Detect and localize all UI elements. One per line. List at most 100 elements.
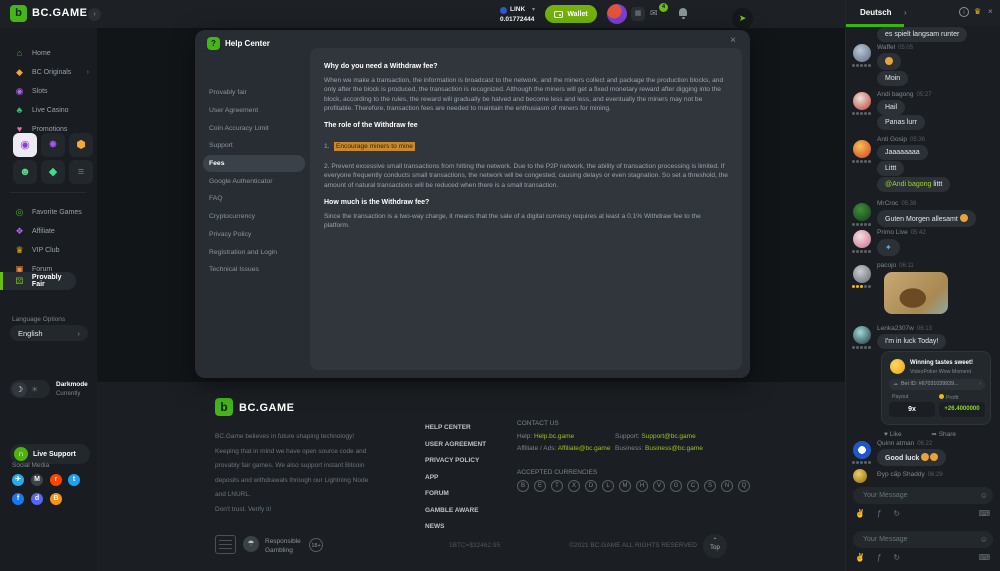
sidebar-item-bc-originals[interactable]: ◆ BC Originals ›: [0, 63, 97, 81]
avatar[interactable]: [853, 441, 871, 459]
chat-toggle-button[interactable]: ➤: [732, 8, 753, 29]
footer-link-privacy-policy[interactable]: PRIVACY POLICY: [425, 453, 486, 470]
footer-link-forum[interactable]: FORUM: [425, 486, 486, 503]
sidebar-item-slots[interactable]: ◉ Slots: [0, 82, 97, 100]
coin-symbol[interactable]: LINK: [510, 6, 525, 13]
avatar[interactable]: [853, 230, 871, 248]
footer-link-news[interactable]: NEWS: [425, 519, 486, 536]
sidebar-item-home[interactable]: ⌂ Home: [0, 44, 97, 62]
contact-help-link[interactable]: Help.bc.game: [534, 433, 574, 440]
contact-support-link[interactable]: Support@bc.game: [641, 433, 695, 440]
mention-link[interactable]: @Andi bagong: [885, 181, 931, 188]
avatar[interactable]: [853, 92, 871, 110]
game-tile-gem[interactable]: ◆: [41, 160, 65, 184]
chat-room-name[interactable]: Deutsch: [860, 8, 892, 17]
sidebar-item-favorite-games[interactable]: ◎ Favorite Games: [0, 203, 97, 221]
menu-item-fees[interactable]: Fees: [203, 155, 305, 173]
live-support-button[interactable]: ∩ Live Support: [10, 444, 90, 464]
smiley-icon[interactable]: ☺: [980, 491, 988, 500]
sidebar-item-vip-club[interactable]: ♛ VIP Club: [0, 241, 97, 259]
bcgame-logo-icon[interactable]: b: [10, 5, 27, 22]
footer-link-user-agreement[interactable]: USER AGREEMENT: [425, 437, 486, 454]
user-avatar[interactable]: [607, 4, 627, 24]
avatar[interactable]: [853, 140, 871, 158]
chat-username[interactable]: Waffel05:05: [877, 44, 913, 51]
avatar[interactable]: [853, 265, 871, 283]
wallet-button[interactable]: Wallet: [545, 5, 597, 23]
facebook-icon[interactable]: f: [12, 493, 24, 505]
rain-icon[interactable]: ƒ: [877, 509, 893, 518]
game-tile-coin-pouch[interactable]: ⬢: [69, 133, 93, 157]
menu-item-coin-accuracy-limit[interactable]: Coin Accuracy Limit: [203, 119, 305, 137]
smiley-icon[interactable]: ☺: [980, 535, 988, 544]
chat-username[interactable]: MrCroc05:38: [877, 200, 916, 207]
footer-link-gamble-aware[interactable]: GAMBLE AWARE: [425, 503, 486, 520]
sidebar-item-live-casino[interactable]: ♣ Live Casino: [0, 101, 97, 119]
avatar[interactable]: [853, 203, 871, 221]
like-button[interactable]: ♥ Like: [884, 431, 916, 438]
menu-item-registration-and-login[interactable]: Registration and Login: [203, 243, 305, 261]
rock-hand-icon[interactable]: ✌: [855, 553, 877, 562]
trophy-icon[interactable]: ♛: [974, 7, 981, 16]
rock-hand-icon[interactable]: ✌: [855, 509, 877, 518]
darkmode-toggle[interactable]: ☽ ☀: [10, 380, 50, 398]
menu-item-user-agreement[interactable]: User Agreement: [203, 102, 305, 120]
inbox-icon[interactable]: ✉: [650, 8, 658, 19]
chat-username[interactable]: Andi bagong05:27: [877, 91, 932, 98]
keyboard-icon[interactable]: ⌨: [978, 553, 990, 562]
menu-item-google-authenticator[interactable]: Google Authenticator: [203, 172, 305, 190]
close-icon[interactable]: ×: [730, 35, 736, 46]
rules-icon[interactable]: ↻: [893, 509, 912, 518]
game-tile-wheel[interactable]: ✸: [41, 133, 65, 157]
keyboard-icon[interactable]: ⌨: [978, 509, 990, 518]
info-icon[interactable]: i: [959, 7, 969, 17]
close-icon[interactable]: ×: [988, 7, 993, 16]
share-button[interactable]: ➦ Share: [931, 431, 970, 438]
avatar[interactable]: [853, 44, 871, 62]
language-select[interactable]: English ›: [10, 325, 88, 341]
sidebar-item-provably-fair[interactable]: ⚄ Provably Fair: [0, 272, 76, 290]
chat-username[interactable]: Đyp cấp Shaddy06:29: [877, 471, 943, 478]
rules-icon[interactable]: ↻: [893, 553, 912, 562]
footer-link-help-center[interactable]: HELP CENTER: [425, 420, 486, 437]
win-share-card[interactable]: Winning tastes sweet! VideoPoker Wow Mom…: [881, 351, 991, 425]
chevron-down-icon[interactable]: ▾: [532, 6, 535, 13]
chat-username[interactable]: Primo Live05:42: [877, 229, 926, 236]
discord-icon[interactable]: d: [31, 493, 43, 505]
chat-message-input[interactable]: [853, 487, 993, 504]
menu-item-technical-issues[interactable]: Technical Issues: [203, 261, 305, 279]
twitter-icon[interactable]: t: [68, 474, 80, 486]
chat-username[interactable]: pacojo06:11: [877, 262, 914, 269]
chevron-right-icon[interactable]: ›: [904, 8, 907, 17]
menu-item-privacy-policy[interactable]: Privacy Policy: [203, 226, 305, 244]
bcgame-logo-text[interactable]: BC.GAME: [32, 7, 87, 19]
chat-username[interactable]: Lenka2307w06:13: [877, 325, 932, 332]
menu-item-support[interactable]: Support: [203, 137, 305, 155]
menu-item-provably-fair[interactable]: Provably fair: [203, 84, 305, 102]
footer-link-app[interactable]: APP: [425, 470, 486, 487]
chat-image-dog-gif[interactable]: [884, 272, 948, 314]
chat-username[interactable]: Quinn atman06:22: [877, 440, 932, 447]
rain-icon[interactable]: ƒ: [877, 553, 893, 562]
telegram-icon[interactable]: ✈: [12, 474, 24, 486]
rank-badge-icon[interactable]: ▦: [631, 7, 645, 21]
bet-id-row[interactable]: Bet ID: #67031039939...›: [889, 379, 985, 390]
chat-username[interactable]: Anti Gosip05:36: [877, 136, 925, 143]
avatar[interactable]: [853, 469, 867, 483]
menu-item-cryptocurrency[interactable]: Cryptocurrency: [203, 208, 305, 226]
reddit-icon[interactable]: r: [50, 474, 62, 486]
chat-message-input[interactable]: [853, 531, 993, 548]
medium-icon[interactable]: M: [31, 474, 43, 486]
game-tile-alien[interactable]: ☻: [13, 160, 37, 184]
scroll-to-top-button[interactable]: ⌃ Top: [703, 534, 727, 558]
contact-business-link[interactable]: Business@bc.game: [645, 445, 703, 452]
contact-affiliate-link[interactable]: Affiliate@bc.game: [558, 445, 611, 452]
avatar[interactable]: [853, 326, 871, 344]
sidebar-collapse-button[interactable]: ›: [88, 8, 101, 21]
notifications-bell-icon[interactable]: [679, 8, 687, 16]
sidebar-item-affiliate[interactable]: ❖ Affiliate: [0, 222, 97, 240]
game-tile-coins[interactable]: ≡: [69, 160, 93, 184]
game-tile-lollipop[interactable]: ◉: [13, 133, 37, 157]
bitcointalk-icon[interactable]: B: [50, 493, 62, 505]
menu-item-faq[interactable]: FAQ: [203, 190, 305, 208]
